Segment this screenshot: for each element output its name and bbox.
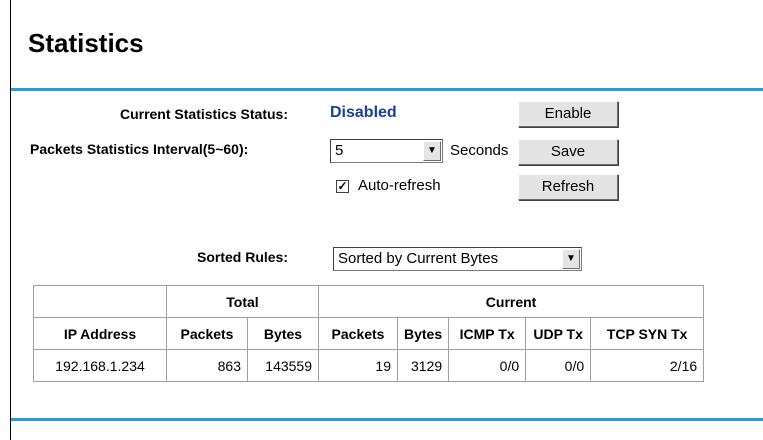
table-cell: 2/16	[590, 349, 705, 382]
table-group-header-row: Total Current	[33, 285, 705, 318]
page-title: Statistics	[28, 28, 144, 58]
interval-select[interactable]: 5 ▼	[330, 139, 443, 163]
table-header-row: IP Address Packets Bytes Packets Bytes I…	[33, 317, 705, 350]
sorted-rules-select[interactable]: Sorted by Current Bytes ▼	[333, 247, 582, 271]
table-cell: 3129	[396, 349, 450, 382]
table-cell: 0/0	[525, 349, 592, 382]
autorefresh-checkbox[interactable]: ✓	[336, 180, 349, 193]
table-header: Packets	[166, 317, 248, 350]
interval-unit: Seconds	[450, 142, 509, 159]
refresh-button[interactable]: Refresh	[518, 174, 618, 200]
divider-top	[11, 88, 763, 91]
table-header: Packets	[318, 317, 398, 350]
status-value: Disabled	[330, 104, 397, 121]
table-cell: 192.168.1.234	[33, 349, 167, 382]
status-label: Current Statistics Status:	[119, 106, 288, 122]
table-header: Bytes	[247, 317, 319, 350]
table-cell: 863	[166, 349, 248, 382]
table-header-total: Total	[166, 285, 319, 318]
statistics-table: Total Current IP Address Packets Bytes P…	[33, 285, 705, 382]
chevron-down-icon[interactable]: ▼	[423, 141, 441, 161]
table-header: TCP SYN Tx	[590, 317, 705, 350]
autorefresh-label: Auto-refresh	[358, 177, 441, 194]
interval-label: Packets Statistics Interval(5~60):	[30, 141, 249, 157]
table-header-current: Current	[317, 285, 705, 318]
sorted-rules-select-value: Sorted by Current Bytes	[338, 250, 499, 267]
interval-select-value: 5	[335, 142, 344, 159]
table-cell: 143559	[247, 349, 319, 382]
save-button[interactable]: Save	[518, 139, 618, 165]
enable-button[interactable]: Enable	[518, 101, 618, 127]
table-header: IP Address	[33, 317, 167, 350]
divider-bottom	[11, 418, 763, 421]
table-header: ICMP Tx	[448, 317, 527, 350]
table-cell: 0/0	[448, 349, 527, 382]
chevron-down-icon[interactable]: ▼	[562, 249, 580, 269]
table-header-blank	[33, 285, 167, 318]
table-row: 192.168.1.234 863 143559 19 3129 0/0 0/0…	[33, 349, 705, 382]
sorted-rules-label: Sorted Rules:	[196, 249, 288, 265]
table-cell: 19	[318, 349, 398, 382]
table-header: UDP Tx	[525, 317, 592, 350]
table-header: Bytes	[396, 317, 450, 350]
